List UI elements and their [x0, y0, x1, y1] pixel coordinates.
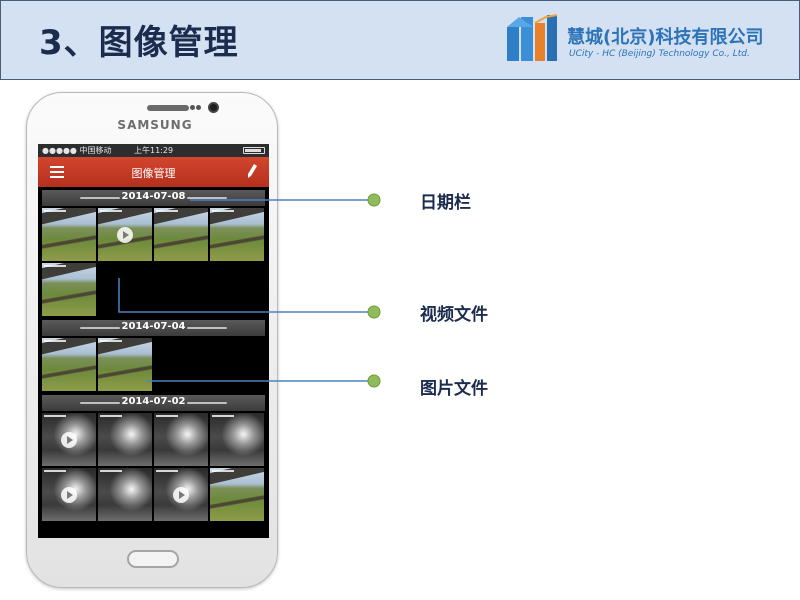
- callout-dot-date: [367, 193, 381, 207]
- callout-dot-image: [367, 374, 381, 388]
- callout-lines: [118, 193, 381, 388]
- callout-dot-video: [367, 305, 381, 319]
- callout-label-date-bar: 日期栏: [420, 193, 471, 213]
- callout-line-video: [118, 278, 374, 313]
- callout-label-video-file: 视频文件: [420, 305, 488, 325]
- callout-label-image-file: 图片文件: [420, 379, 488, 399]
